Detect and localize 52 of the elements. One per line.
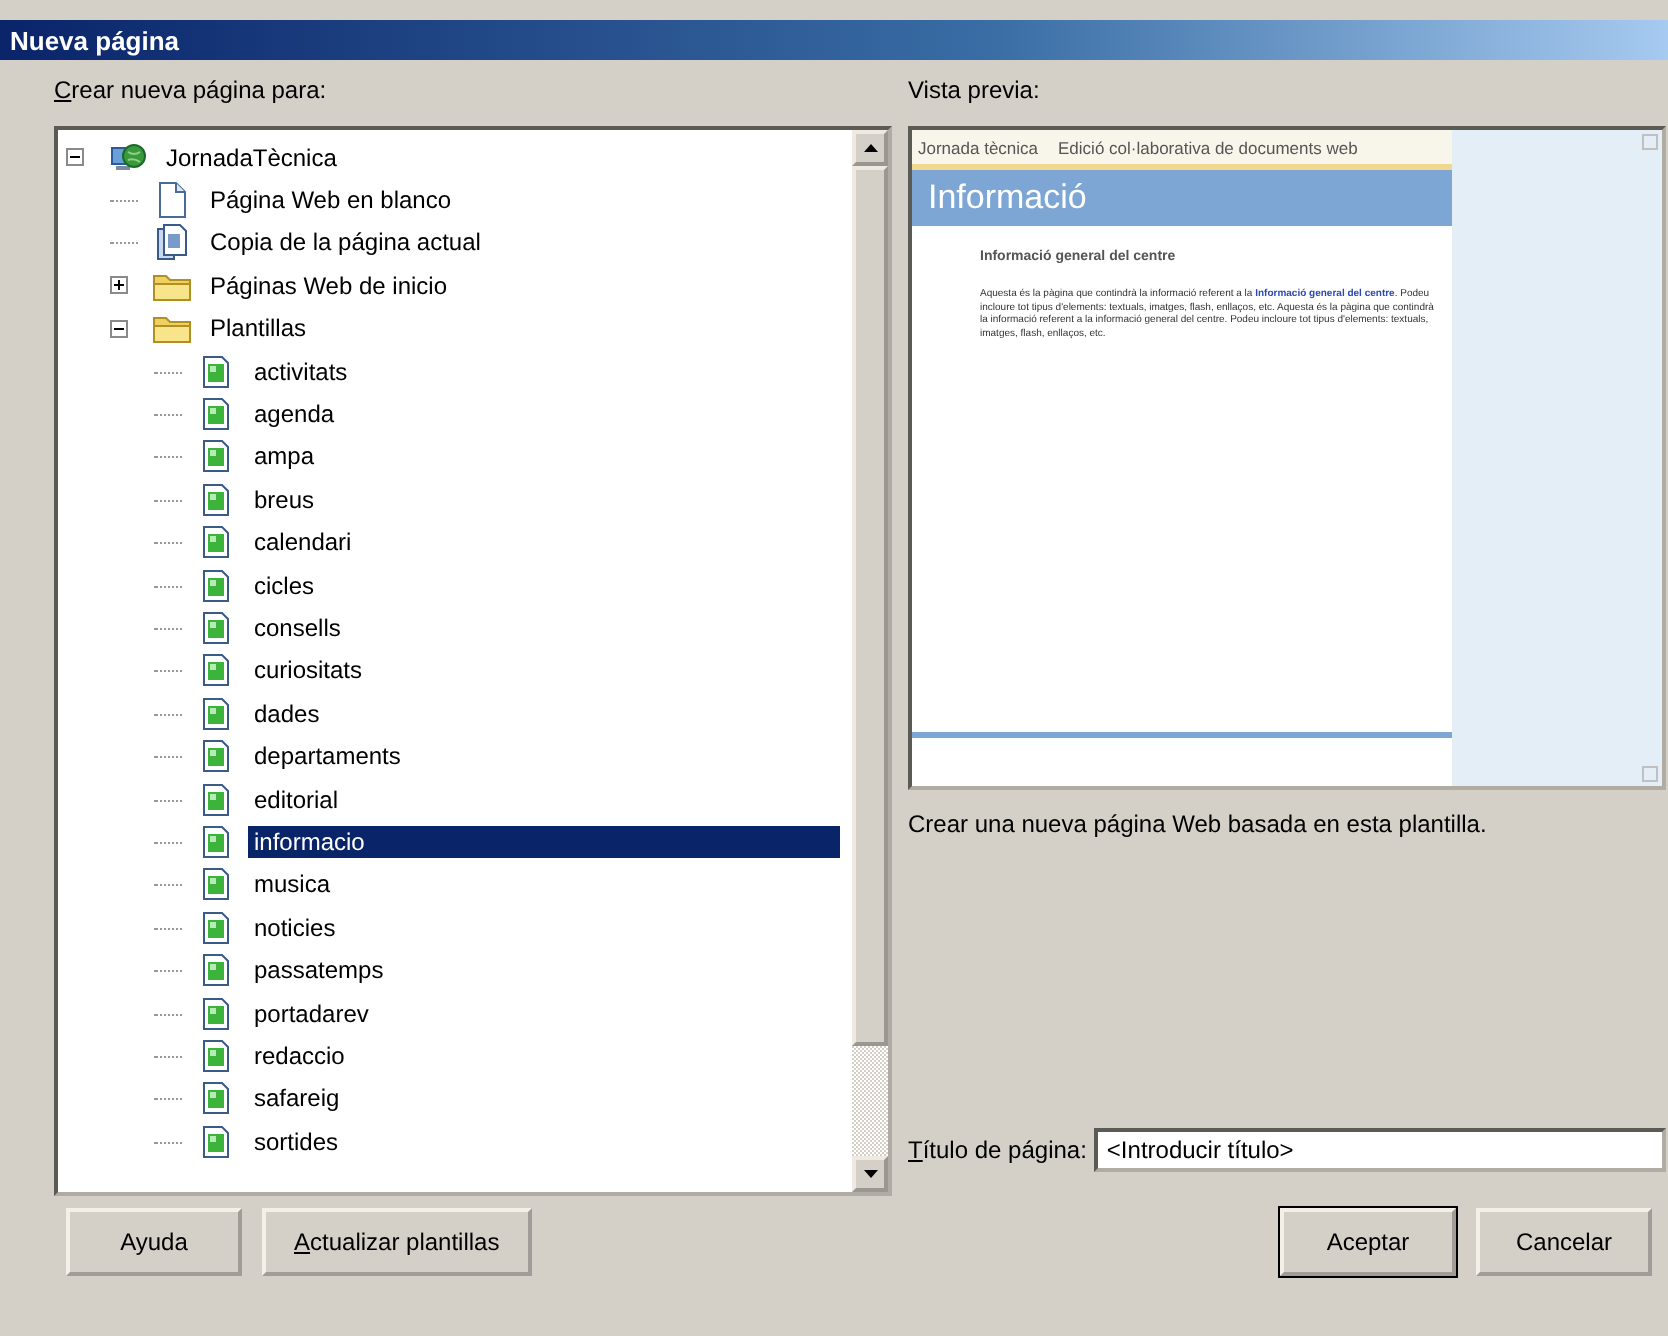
tree-item[interactable]: noticies	[248, 911, 342, 944]
tree-label: Crear nueva página para:	[54, 74, 327, 106]
tree-item[interactable]: Páginas Web de inicio	[204, 269, 454, 302]
tree-item[interactable]: cicles	[248, 569, 321, 602]
page-title-field[interactable]: <Introducir título>	[1094, 1128, 1666, 1172]
tree-item[interactable]: activitats	[248, 355, 354, 388]
tree-item[interactable]: safareig	[248, 1082, 346, 1115]
tree-item[interactable]: JornadaTècnica	[160, 141, 343, 174]
cancel-button[interactable]: Cancelar	[1476, 1208, 1652, 1276]
site-name: Jornada tècnica	[918, 137, 1039, 157]
scroll-thumb[interactable]	[852, 166, 888, 1046]
help-button[interactable]: Ayuda	[66, 1208, 242, 1276]
accept-button[interactable]: Aceptar	[1280, 1208, 1456, 1276]
preview-description: Crear una nueva página Web basada en esta plantilla.	[908, 810, 1487, 838]
tree-item[interactable]: consells	[248, 611, 347, 644]
copy-page-icon	[152, 224, 192, 261]
tree-item[interactable]: portadarev	[248, 997, 375, 1029]
tree-item[interactable]: sortides	[248, 1125, 345, 1158]
folder-icon	[152, 312, 192, 345]
tree-item[interactable]: Copia de la página actual	[204, 226, 487, 259]
tree-item[interactable]: calendari	[248, 526, 358, 559]
tree-item[interactable]: musica	[248, 868, 337, 901]
tree-item[interactable]: dades	[248, 697, 326, 730]
tree-item[interactable]: passatemps	[248, 954, 390, 987]
tree-item[interactable]: ampa	[248, 440, 321, 473]
scroll-mark-icon	[1642, 134, 1658, 150]
window-title: Nueva página	[10, 25, 180, 55]
tree-item[interactable]: Plantillas	[204, 312, 313, 345]
folder-icon	[152, 269, 192, 302]
page-title-label: Título de página:	[908, 1136, 1087, 1164]
page-heading: Informació	[928, 178, 1087, 218]
preview-label: Vista previa:	[908, 74, 1040, 106]
website-icon	[108, 141, 148, 174]
collapse-icon[interactable]	[66, 148, 88, 167]
scrollbar[interactable]	[852, 130, 888, 1192]
tree-item[interactable]: breus	[248, 483, 321, 516]
tree-item[interactable]: editorial	[248, 783, 345, 816]
tree-item[interactable]: informacio	[248, 825, 840, 858]
tree-item[interactable]: redaccio	[248, 1039, 351, 1072]
collapse-icon[interactable]	[110, 319, 132, 338]
tree-item[interactable]: curiositats	[248, 654, 369, 687]
tree-item[interactable]: Página Web en blanco	[204, 184, 458, 217]
resize-grip-icon	[1642, 766, 1658, 782]
tree-item[interactable]: agenda	[248, 398, 341, 431]
scroll-down-button[interactable]	[852, 1156, 888, 1192]
down-arrow-icon	[863, 1170, 877, 1178]
expand-icon[interactable]	[110, 276, 132, 295]
scroll-up-button[interactable]	[852, 130, 888, 166]
up-arrow-icon	[863, 144, 877, 152]
site-subtitle: Edició col·laborativa de documents web	[1058, 137, 1358, 157]
tree-item[interactable]: departaments	[248, 740, 407, 773]
update-templates-button[interactable]: Actualizar plantillas	[262, 1208, 532, 1276]
